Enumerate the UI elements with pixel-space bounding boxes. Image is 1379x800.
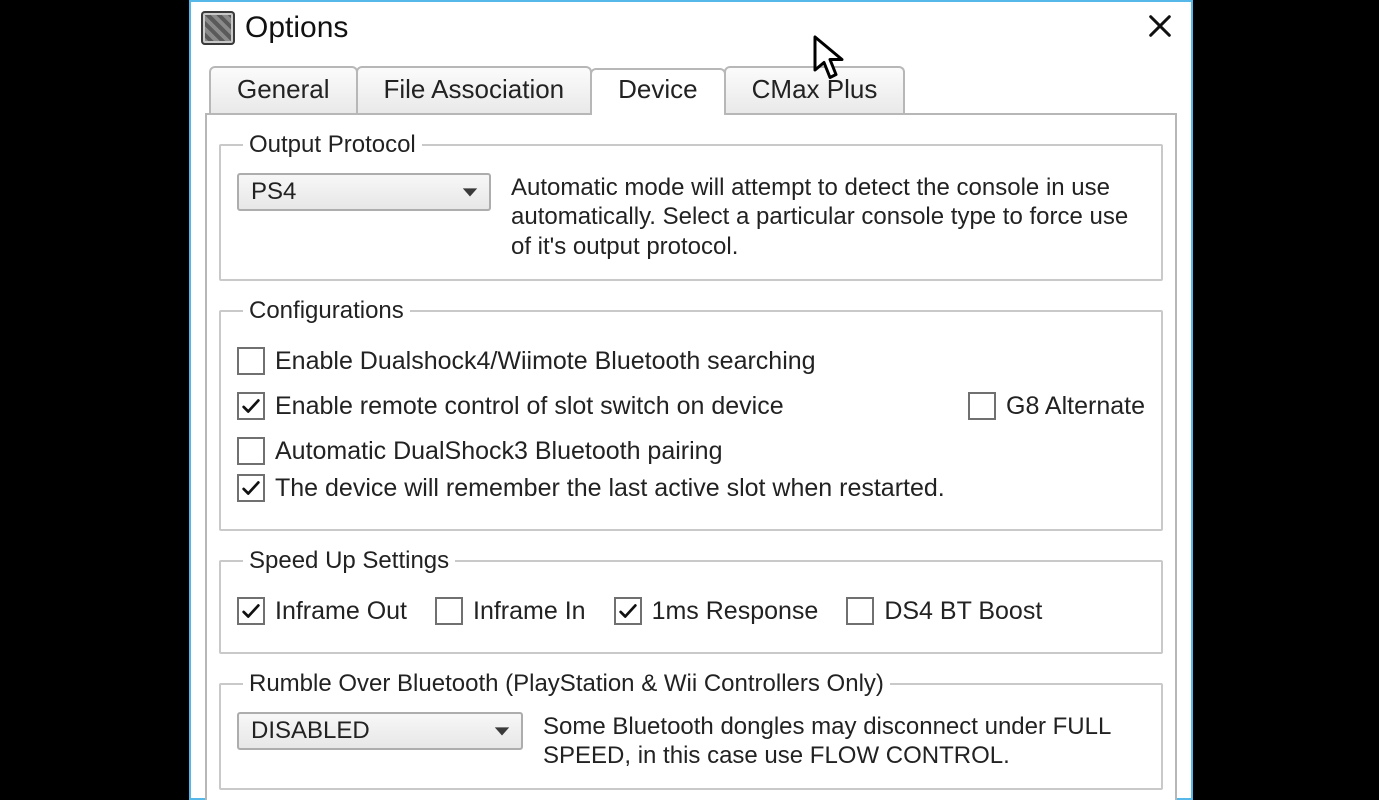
checkbox-label[interactable]: Automatic DualShock3 Bluetooth pairing <box>275 437 723 466</box>
checkbox-inframe-in[interactable] <box>435 597 463 625</box>
checkbox-label[interactable]: Enable Dualshock4/Wiimote Bluetooth sear… <box>275 347 816 376</box>
checkbox-g8-alternate[interactable] <box>968 392 996 420</box>
tab-cmax-plus[interactable]: CMax Plus <box>724 66 906 113</box>
checkbox-label[interactable]: 1ms Response <box>652 597 819 626</box>
options-dialog: Options General File Association Device … <box>189 0 1193 800</box>
checkbox-label[interactable]: Inframe In <box>473 597 586 626</box>
tab-device[interactable]: Device <box>590 68 725 115</box>
group-speed-up: Speed Up Settings Inframe Out <box>219 547 1163 654</box>
tab-panel-device: Output Protocol PS4 Automatic mode will … <box>205 113 1177 800</box>
select-value: DISABLED <box>251 717 370 745</box>
group-legend: Speed Up Settings <box>243 547 455 575</box>
checkbox-label[interactable]: Inframe Out <box>275 597 407 626</box>
group-legend: Output Protocol <box>243 131 422 159</box>
close-icon <box>1146 12 1174 45</box>
group-configurations: Configurations Enable Dualshock4/Wiimote… <box>219 297 1163 531</box>
checkbox-label[interactable]: G8 Alternate <box>1006 392 1145 421</box>
output-protocol-select[interactable]: PS4 <box>237 173 491 211</box>
chevron-down-icon <box>493 717 511 745</box>
checkbox-remember-last-slot[interactable] <box>237 474 265 502</box>
group-rumble-bluetooth: Rumble Over Bluetooth (PlayStation & Wii… <box>219 670 1163 791</box>
group-legend: Configurations <box>243 297 410 325</box>
select-value: PS4 <box>251 178 296 206</box>
checkbox-ds4-bt-boost[interactable] <box>846 597 874 625</box>
checkbox-label[interactable]: Enable remote control of slot switch on … <box>275 392 784 421</box>
tab-label: General <box>237 74 330 104</box>
tab-label: File Association <box>384 74 565 104</box>
checkbox-ds4-wiimote-search[interactable] <box>237 347 265 375</box>
checkbox-label[interactable]: The device will remember the last active… <box>275 474 945 503</box>
group-output-protocol: Output Protocol PS4 Automatic mode will … <box>219 131 1163 281</box>
tab-label: Device <box>618 74 697 104</box>
tab-file-association[interactable]: File Association <box>356 66 593 113</box>
chevron-down-icon <box>461 178 479 206</box>
checkbox-1ms-response[interactable] <box>614 597 642 625</box>
group-legend: Rumble Over Bluetooth (PlayStation & Wii… <box>243 670 890 698</box>
tab-label: CMax Plus <box>752 74 878 104</box>
close-button[interactable] <box>1137 8 1183 48</box>
checkbox-remote-slot-switch[interactable] <box>237 392 265 420</box>
tab-general[interactable]: General <box>209 66 358 113</box>
tabs: General File Association Device CMax Plu… <box>205 66 1177 113</box>
rumble-mode-select[interactable]: DISABLED <box>237 712 523 750</box>
rumble-description: Some Bluetooth dongles may disconnect un… <box>543 712 1145 771</box>
checkbox-label[interactable]: DS4 BT Boost <box>884 597 1042 626</box>
output-protocol-description: Automatic mode will attempt to detect th… <box>511 173 1145 261</box>
titlebar: Options <box>191 2 1191 54</box>
app-icon <box>201 11 235 45</box>
checkbox-ds3-bt-pairing[interactable] <box>237 437 265 465</box>
window-title: Options <box>245 11 1137 45</box>
checkbox-inframe-out[interactable] <box>237 597 265 625</box>
